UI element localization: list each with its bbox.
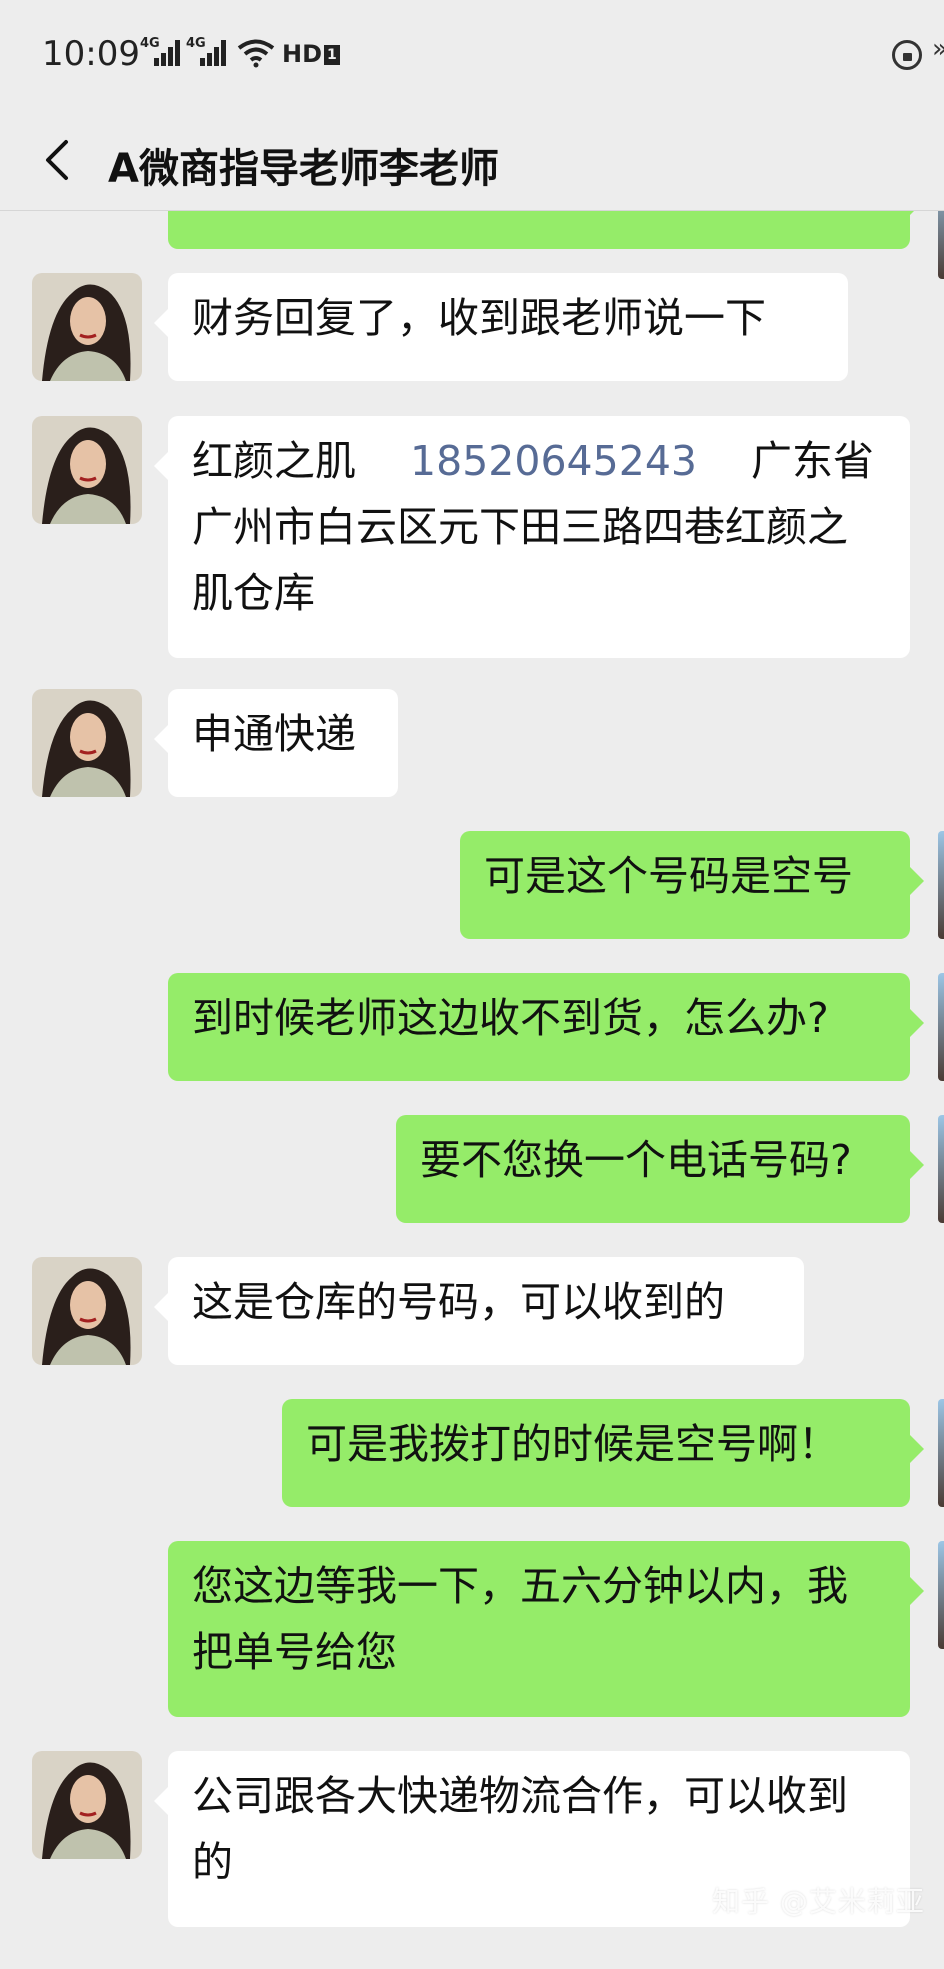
message-text: 申通快递 — [192, 710, 356, 758]
status-overflow-icon: » — [932, 34, 944, 64]
message-list[interactable]: 财务回复了，收到跟老师说一下 红颜之肌 18520645243 广东省广州市白云… — [0, 211, 944, 1969]
message-bubble-outgoing[interactable]: 到时候老师这边收不到货，怎么办? — [168, 973, 924, 1081]
message-text: 可是这个号码是空号 — [484, 852, 853, 900]
signal-icon: 4G — [140, 36, 180, 66]
chat-title[interactable]: A微商指导老师李老师 — [108, 136, 499, 194]
message-text: 红颜之肌 — [192, 437, 356, 485]
message-bubble-outgoing[interactable]: 您这边等我一下，五六分钟以内，我把单号给您 — [168, 1541, 924, 1717]
network-type-label: 4G — [140, 36, 160, 51]
message-bubble-outgoing[interactable]: 可是这个号码是空号 — [460, 831, 924, 939]
contact-avatar[interactable] — [32, 689, 142, 797]
watermark: 知乎 @艾米莉亚 — [712, 1885, 925, 1918]
self-avatar-partial — [938, 831, 944, 939]
contact-avatar[interactable] — [32, 416, 142, 524]
contact-avatar[interactable] — [32, 273, 142, 381]
message-bubble-partial[interactable] — [168, 211, 924, 249]
lock-icon — [892, 40, 922, 70]
message-text: 要不您换一个电话号码? — [420, 1136, 852, 1184]
hd-label: HD — [282, 40, 323, 68]
status-bar: 10:09 4G 4G HD1 » — [0, 0, 944, 110]
message-text: 到时候老师这边收不到货，怎么办? — [192, 994, 829, 1042]
self-avatar-partial — [938, 1399, 944, 1507]
wifi-icon — [237, 39, 275, 68]
network-type-label: 4G — [186, 36, 206, 51]
chat-header: A微商指导老师李老师 — [0, 110, 944, 211]
message-bubble-outgoing[interactable]: 要不您换一个电话号码? — [396, 1115, 924, 1223]
message-text: 这是仓库的号码，可以收到的 — [192, 1278, 725, 1326]
message-text: 财务回复了，收到跟老师说一下 — [192, 294, 766, 342]
message-text: 可是我拨打的时候是空号啊！ — [306, 1420, 839, 1468]
back-icon[interactable] — [38, 138, 82, 182]
message-bubble-incoming[interactable]: 红颜之肌 18520645243 广东省广州市白云区元下田三路四巷红颜之肌仓库 — [154, 416, 910, 658]
contact-avatar[interactable] — [32, 1751, 142, 1859]
hd-sub-label: 1 — [324, 45, 340, 65]
contact-avatar[interactable] — [32, 1257, 142, 1365]
status-time: 10:09 — [42, 34, 140, 74]
self-avatar-partial — [938, 1541, 944, 1649]
phone-number-link[interactable]: 18520645243 — [410, 437, 697, 485]
self-avatar-partial — [938, 973, 944, 1081]
message-bubble-incoming[interactable]: 财务回复了，收到跟老师说一下 — [154, 273, 848, 381]
signal-icon: 4G — [186, 36, 226, 66]
message-bubble-incoming[interactable]: 这是仓库的号码，可以收到的 — [154, 1257, 804, 1365]
hd-indicator: HD 1 — [282, 40, 340, 68]
self-avatar-partial — [938, 211, 944, 279]
self-avatar-partial — [938, 1115, 944, 1223]
message-text: 您这边等我一下，五六分钟以内，我把单号给您 — [192, 1562, 848, 1676]
message-bubble-incoming[interactable]: 申通快递 — [154, 689, 398, 797]
message-text: 公司跟各大快递物流合作，可以收到的 — [192, 1772, 848, 1886]
message-bubble-outgoing[interactable]: 可是我拨打的时候是空号啊！ — [282, 1399, 924, 1507]
